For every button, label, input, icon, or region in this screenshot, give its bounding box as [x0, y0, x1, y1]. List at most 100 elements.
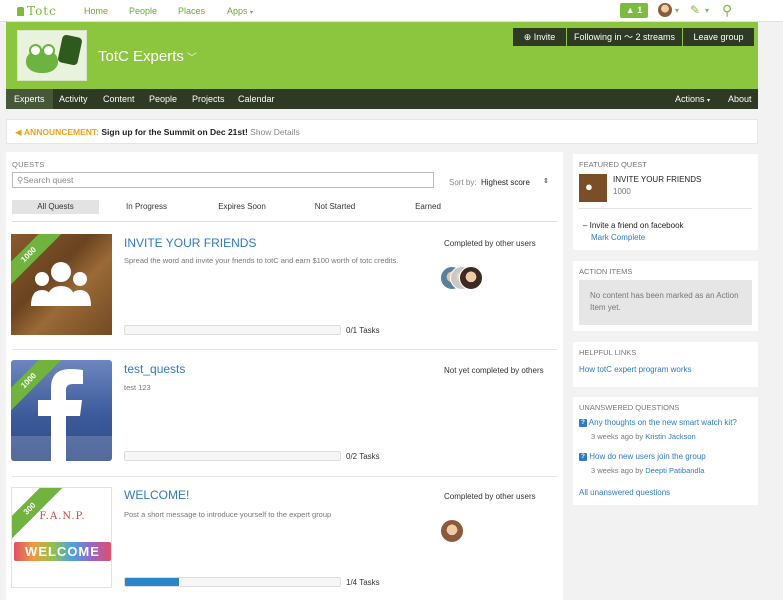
logo-icon — [17, 7, 24, 16]
chevron-down-icon: ▾ — [707, 98, 711, 104]
sort-select[interactable]: Highest score — [481, 178, 530, 187]
tab-content[interactable]: Content — [103, 94, 135, 104]
group-banner: TotC Experts ﹀ ⊕ Invite Following in 〜 2 … — [6, 22, 758, 89]
notifications-button[interactable]: ▲ 1 — [620, 3, 648, 18]
welcome-image-text: WELCOME — [14, 542, 111, 561]
progress-fill — [125, 578, 179, 586]
filter-all-quests[interactable]: All Quests — [12, 200, 99, 214]
featured-quest-panel: FEATURED QUEST ● INVITE YOUR FRIENDS 100… — [573, 154, 758, 250]
announcement-message: Sign up for the Summit on Dec 21st! — [101, 127, 248, 137]
group-title[interactable]: TotC Experts ﹀ — [98, 48, 197, 65]
list-item: ? Any thoughts on the new smart watch ki… — [579, 418, 754, 427]
user-avatar[interactable] — [459, 266, 483, 290]
quest-title[interactable]: INVITE YOUR FRIENDS — [124, 236, 256, 250]
show-details-link[interactable]: Show Details — [250, 127, 300, 137]
filter-expires-soon[interactable]: Expires Soon — [203, 200, 281, 214]
tab-about[interactable]: About — [728, 94, 752, 104]
top-nav: Totc Home People Places Apps ▾ ▲ 1 ▾ ✎ ▾… — [0, 0, 783, 22]
filter-not-started[interactable]: Not Started — [299, 200, 371, 214]
quest-image[interactable]: F.A.N.P. WELCOME 300 — [11, 487, 112, 588]
quest-description: test 123 — [124, 383, 151, 392]
actions-menu[interactable]: Actions ▾ — [675, 94, 710, 104]
helpful-links-title: HELPFUL LINKS — [579, 348, 637, 357]
divider — [12, 349, 557, 350]
search-quest-input[interactable]: ⚲Search quest — [12, 172, 434, 188]
frog-icon — [26, 44, 58, 73]
user-avatar[interactable] — [440, 519, 464, 543]
quest-image[interactable]: 1000 — [11, 234, 112, 335]
quest-tasks: 0/1 Tasks — [346, 326, 380, 335]
quest-status: Completed by other users — [444, 492, 536, 501]
quest-progress-bar — [124, 577, 341, 587]
chevron-down-icon: ▾ — [675, 6, 680, 15]
filter-in-progress[interactable]: In Progress — [109, 200, 184, 214]
tab-activity[interactable]: Activity — [59, 94, 88, 104]
featured-quest-title: FEATURED QUEST — [579, 160, 647, 169]
quest-tasks: 0/2 Tasks — [346, 452, 380, 461]
action-items-title: ACTION ITEMS — [579, 267, 633, 276]
filter-earned[interactable]: Earned — [394, 200, 462, 214]
unanswered-title: UNANSWERED QUESTIONS — [579, 403, 680, 412]
site-logo[interactable]: Totc — [17, 4, 57, 18]
select-arrows-icon: ⇕ — [543, 178, 549, 185]
bell-icon: ▲ — [625, 5, 635, 15]
question-link[interactable]: How do new users join the group — [589, 452, 706, 461]
quest-progress-bar — [124, 325, 341, 335]
add-user-icon: ⊕ — [523, 32, 532, 42]
quest-title[interactable]: test_quests — [124, 362, 185, 376]
author-link[interactable]: Deepti Patibandla — [645, 466, 704, 475]
question-meta: 3 weeks ago by Kristin Jackson — [591, 432, 696, 441]
featured-quest-task: – Invite a friend on facebook — [583, 221, 684, 230]
question-link[interactable]: Any thoughts on the new smart watch kit? — [589, 418, 737, 427]
chevron-down-icon: ▾ — [705, 6, 710, 15]
following-button[interactable]: Following in 〜 2 streams — [567, 28, 682, 46]
group-logo — [17, 30, 87, 81]
people-icon: ● — [585, 179, 593, 194]
user-avatar[interactable] — [658, 3, 672, 17]
megaphone-icon: ◀ — [15, 127, 22, 137]
foam-hand-icon — [57, 34, 83, 66]
helpful-link[interactable]: How totC expert program works — [579, 365, 691, 374]
group-tabs: Experts Activity Content People Projects… — [6, 89, 758, 109]
featured-quest-thumb[interactable]: ● — [579, 174, 607, 202]
nav-apps[interactable]: Apps ▾ — [227, 6, 253, 16]
pencil-icon[interactable]: ✎ — [690, 3, 700, 17]
leave-group-button[interactable]: Leave group — [683, 28, 754, 46]
invite-button[interactable]: ⊕ Invite — [513, 28, 566, 46]
tab-projects[interactable]: Projects — [192, 94, 225, 104]
nav-home[interactable]: Home — [84, 6, 108, 16]
quest-description: Spread the word and invite your friends … — [124, 256, 399, 265]
tab-experts[interactable]: Experts — [14, 94, 45, 104]
featured-quest-name[interactable]: INVITE YOUR FRIENDS — [613, 175, 701, 184]
quests-panel: QUESTS ⚲Search quest Sort by: Highest sc… — [6, 152, 563, 600]
quest-status: Not yet completed by others — [444, 366, 544, 375]
action-items-empty: No content has been marked as an Action … — [579, 280, 752, 325]
mark-complete-link[interactable]: Mark Complete — [591, 233, 645, 242]
quest-status: Completed by other users — [444, 239, 536, 248]
author-link[interactable]: Kristin Jackson — [645, 432, 695, 441]
quest-image[interactable]: 1000 — [11, 360, 112, 461]
divider — [579, 208, 752, 209]
divider — [12, 476, 557, 477]
quests-title: QUESTS — [12, 160, 45, 169]
search-icon[interactable]: ⚲ — [722, 2, 732, 19]
question-meta: 3 weeks ago by Deepti Patibandla — [591, 466, 705, 475]
quest-title[interactable]: WELCOME! — [124, 488, 189, 502]
quest-description: Post a short message to introduce yourse… — [124, 510, 332, 519]
all-unanswered-link[interactable]: All unanswered questions — [579, 488, 670, 497]
tab-people[interactable]: People — [149, 94, 177, 104]
sort-label: Sort by: — [449, 178, 477, 187]
quest-tasks: 1/4 Tasks — [346, 578, 380, 587]
featured-quest-points: 1000 — [613, 187, 631, 196]
divider — [12, 221, 557, 222]
tab-calendar[interactable]: Calendar — [238, 94, 275, 104]
quest-progress-bar — [124, 451, 341, 461]
nav-places[interactable]: Places — [178, 6, 205, 16]
action-items-panel: ACTION ITEMS No content has been marked … — [573, 261, 758, 331]
chevron-down-icon: ▾ — [250, 10, 254, 16]
unanswered-questions-panel: UNANSWERED QUESTIONS ? Any thoughts on t… — [573, 397, 758, 505]
nav-people[interactable]: People — [129, 6, 157, 16]
list-item: ? How do new users join the group — [579, 452, 754, 461]
question-icon: ? — [579, 453, 587, 461]
announcement-bar: ◀ ANNOUNCEMENT: Sign up for the Summit o… — [6, 119, 758, 144]
